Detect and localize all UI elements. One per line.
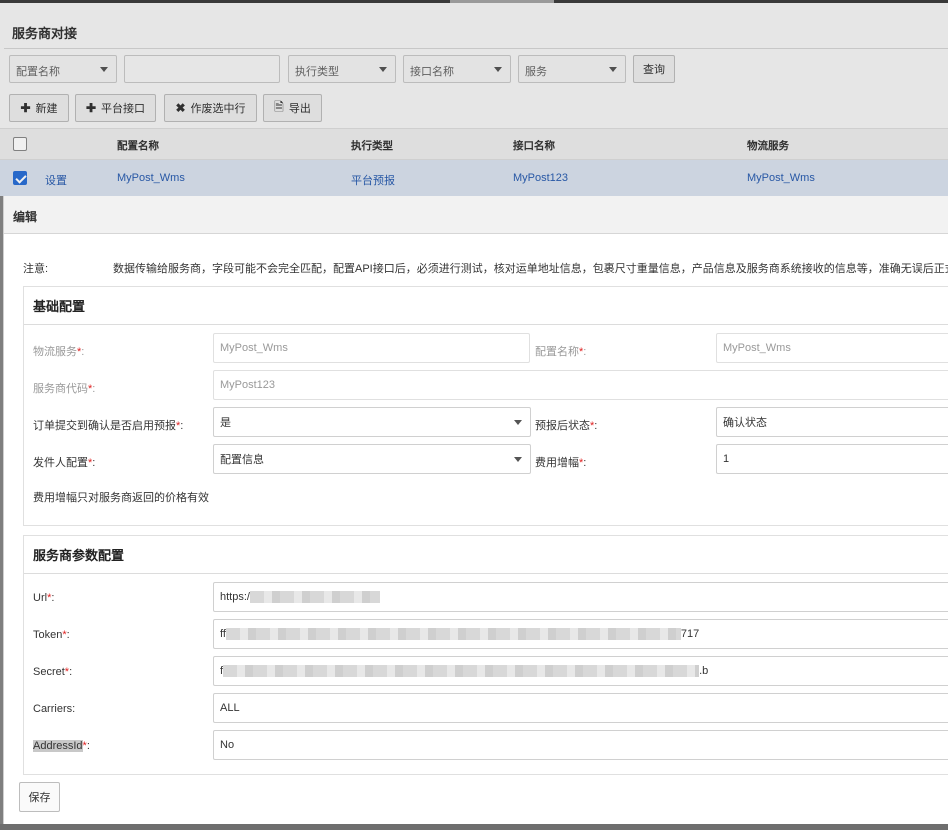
fee-increase-field[interactable]: 1	[716, 444, 948, 474]
provider-code-field[interactable]: MyPost123	[213, 370, 948, 400]
divider	[24, 573, 948, 574]
bottom-strip	[0, 824, 948, 830]
url-value: https:/	[220, 591, 250, 603]
column-header-exec-type: 执行类型	[351, 140, 393, 152]
edit-dialog: 编辑 注意: 数据传输给服务商，字段可能不会完全匹配，配置API接口后，必须进行…	[3, 196, 948, 824]
dialog-header: 编辑	[4, 196, 948, 234]
cell-logistics-service: MyPost_Wms	[747, 172, 815, 184]
chevron-down-icon	[514, 420, 522, 425]
export-button[interactable]: 🗎 导出	[263, 94, 322, 122]
file-export-icon: 🗎	[274, 99, 284, 114]
basic-config-section: 基础配置 物流服务*: MyPost_Wms 配置名称*: MyPost_Wms…	[23, 286, 948, 526]
service-select-label: 服务	[525, 66, 547, 78]
addressid-field[interactable]: No	[213, 730, 948, 760]
column-header-config-name: 配置名称	[117, 140, 159, 152]
notice-label: 注意:	[23, 263, 49, 275]
sender-config-label: 发件人配置*:	[33, 457, 96, 469]
url-label: Url*:	[33, 592, 55, 604]
new-button[interactable]: ✚ 新建	[9, 94, 69, 122]
exec-type-select[interactable]: 执行类型	[288, 55, 396, 83]
secret-field[interactable]: f .b	[213, 656, 948, 686]
column-header-logistics-service: 物流服务	[747, 140, 789, 152]
plus-icon: ✚	[85, 101, 97, 115]
service-select[interactable]: 服务	[518, 55, 626, 83]
cell-config-name: MyPost_Wms	[117, 172, 185, 184]
config-name-select[interactable]: 配置名称	[9, 55, 117, 83]
config-name-label: 配置名称*:	[535, 346, 587, 358]
export-button-label: 导出	[288, 103, 311, 115]
token-label: Token*:	[33, 629, 70, 641]
post-forecast-status-label: 预报后状态*:	[535, 420, 598, 432]
token-suffix: 717	[680, 628, 700, 640]
void-selected-button-label: 作废选中行	[190, 103, 246, 115]
logistics-service-label: 物流服务*:	[33, 346, 85, 358]
divider	[4, 48, 948, 49]
sender-config-value: 配置信息	[220, 454, 264, 466]
column-header-api-name: 接口名称	[513, 140, 555, 152]
fee-increase-label: 费用增幅*:	[535, 457, 587, 469]
config-name-select-label: 配置名称	[16, 66, 60, 78]
token-field[interactable]: ff 717	[213, 619, 948, 649]
config-name-input[interactable]	[124, 55, 280, 83]
redacted-text	[249, 591, 380, 603]
platform-api-button-label: 平台接口	[101, 103, 146, 115]
select-all-checkbox[interactable]	[13, 137, 27, 151]
enable-forecast-value: 是	[220, 417, 231, 429]
secret-label: Secret*:	[33, 666, 73, 678]
config-name-field[interactable]: MyPost_Wms	[716, 333, 948, 363]
cell-api-name: MyPost123	[513, 172, 569, 184]
chevron-down-icon	[494, 67, 502, 72]
row-checkbox[interactable]	[13, 171, 27, 185]
chevron-down-icon	[609, 67, 617, 72]
divider	[24, 324, 948, 325]
sender-config-select[interactable]: 配置信息	[213, 444, 531, 474]
carriers-field[interactable]: ALL	[213, 693, 948, 723]
page-title: 服务商对接	[12, 26, 78, 41]
redacted-text	[225, 628, 681, 640]
table-row[interactable]: 设置 MyPost_Wms 平台预报 MyPost123 MyPost_Wms	[0, 160, 948, 196]
chevron-down-icon	[514, 457, 522, 462]
api-name-select[interactable]: 接口名称	[403, 55, 511, 83]
section-title: 基础配置	[33, 299, 86, 314]
exec-type-select-label: 执行类型	[295, 66, 339, 78]
secret-suffix: .b	[699, 665, 709, 677]
enable-forecast-select[interactable]: 是	[213, 407, 531, 437]
chevron-down-icon	[100, 67, 108, 72]
chevron-down-icon	[379, 67, 387, 72]
table-header: 配置名称 执行类型 接口名称 物流服务	[0, 128, 948, 160]
provider-code-label: 服务商代码*:	[33, 383, 96, 395]
new-button-label: 新建	[35, 103, 58, 115]
save-button[interactable]: 保存	[19, 782, 60, 812]
row-settings-link[interactable]: 设置	[45, 172, 67, 188]
notice-text: 数据传输给服务商，字段可能不会完全匹配，配置API接口后，必须进行测试，核对运单…	[113, 263, 948, 275]
query-button[interactable]: 查询	[633, 55, 675, 83]
plus-icon: ✚	[20, 101, 31, 115]
addressid-label: AddressId*:	[33, 740, 90, 752]
enable-forecast-label: 订单提交到确认是否启用预报*:	[33, 420, 184, 432]
cell-exec-type: 平台预报	[351, 175, 395, 187]
dialog-title: 编辑	[13, 210, 38, 224]
redacted-text	[223, 665, 700, 677]
void-selected-button[interactable]: ✖ 作废选中行	[164, 94, 257, 122]
platform-api-button[interactable]: ✚ 平台接口	[75, 94, 156, 122]
api-name-select-label: 接口名称	[410, 66, 454, 78]
carriers-label: Carriers:	[33, 703, 76, 715]
section-title: 服务商参数配置	[33, 548, 125, 563]
post-forecast-status-field[interactable]: 确认状态	[716, 407, 948, 437]
provider-params-section: 服务商参数配置 Url*: https:/ Token*: ff 717 Secr…	[23, 535, 948, 775]
logistics-service-field[interactable]: MyPost_Wms	[213, 333, 530, 363]
close-icon: ✖	[175, 101, 186, 115]
fee-increase-hint: 费用增幅只对服务商返回的价格有效	[33, 492, 209, 504]
provider-integration-page: 服务商对接 配置名称 执行类型 接口名称 服务 查询 ✚ 新建 ✚ 平台接口 ✖…	[0, 3, 948, 196]
url-field[interactable]: https:/	[213, 582, 948, 612]
